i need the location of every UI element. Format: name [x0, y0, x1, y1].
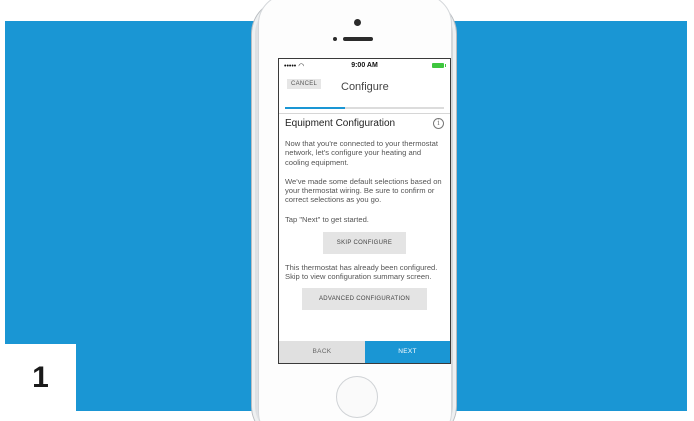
footer-bar: BACK NEXT	[279, 341, 450, 363]
speaker-grille-icon	[343, 37, 373, 41]
defaults-paragraph: We've made some default selections based…	[285, 176, 442, 205]
content-area: Equipment Configuration i Now that you'r…	[285, 118, 444, 310]
status-time: 9:00 AM	[351, 62, 378, 69]
phone-body: ••••• ◠ 9:00 AM CANCEL Configure Equipme…	[258, 0, 452, 421]
section-title: Equipment Configuration	[285, 118, 396, 129]
back-button[interactable]: BACK	[279, 341, 365, 363]
cancel-button[interactable]: CANCEL	[287, 79, 322, 89]
nav-title: Configure	[341, 81, 389, 93]
info-icon[interactable]: i	[433, 118, 444, 129]
advanced-configuration-button[interactable]: ADVANCED CONFIGURATION	[302, 287, 427, 310]
intro-paragraph: Now that you're connected to your thermo…	[285, 139, 438, 167]
status-bar: ••••• ◠ 9:00 AM	[279, 59, 450, 73]
progress-bar	[285, 107, 444, 109]
stage: ••••• ◠ 9:00 AM CANCEL Configure Equipme…	[0, 0, 694, 421]
nav-bar: CANCEL Configure	[279, 73, 450, 97]
next-button[interactable]: NEXT	[365, 341, 450, 363]
progress-bar-fill	[285, 107, 346, 109]
divider	[279, 113, 450, 114]
already-configured-paragraph: This thermostat has already been configu…	[285, 263, 438, 282]
phone-frame: ••••• ◠ 9:00 AM CANCEL Configure Equipme…	[252, 0, 456, 421]
step-number-badge: 1	[5, 344, 76, 411]
home-button[interactable]	[336, 376, 378, 418]
front-camera-icon	[354, 19, 361, 26]
phone-screen: ••••• ◠ 9:00 AM CANCEL Configure Equipme…	[278, 58, 451, 364]
tap-next-paragraph: Tap "Next" to get started.	[285, 214, 369, 224]
proximity-sensor-icon	[333, 37, 337, 41]
battery-icon	[432, 63, 446, 68]
skip-configure-button[interactable]: SKIP CONFIGURE	[323, 232, 406, 255]
